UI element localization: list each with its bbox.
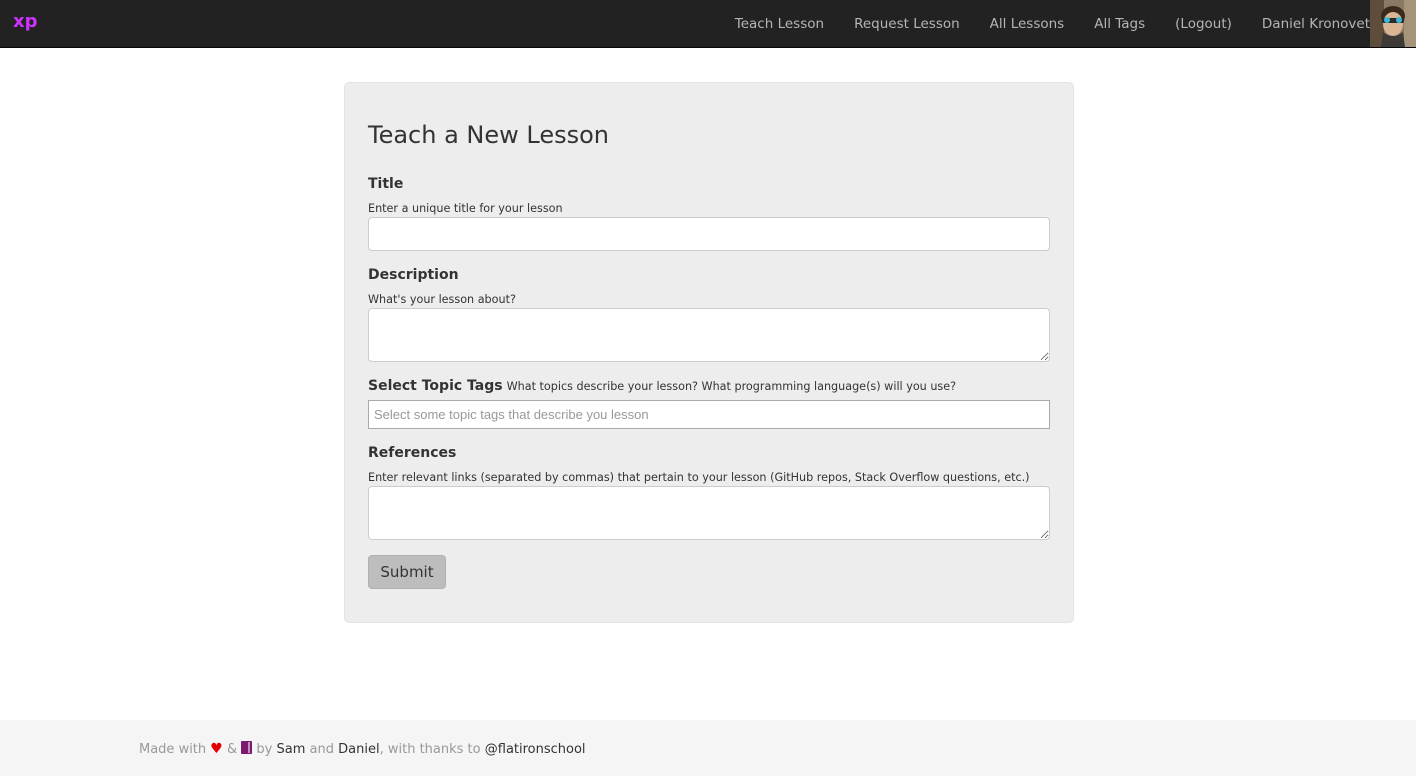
submit-button[interactable]: Submit xyxy=(368,555,446,589)
nav-logout[interactable]: (Logout) xyxy=(1175,16,1232,32)
author-sam-link[interactable]: Sam xyxy=(277,742,306,757)
description-label: Description xyxy=(368,267,459,283)
nav-links: Teach Lesson Request Lesson All Lessons … xyxy=(735,0,1370,47)
avatar[interactable] xyxy=(1370,0,1416,47)
avatar-photo xyxy=(1370,0,1416,47)
tags-label-row: Select Topic Tags What topics describe yo… xyxy=(368,378,956,394)
tags-help: What topics describe your lesson? What p… xyxy=(506,380,957,393)
nav-all-tags[interactable]: All Tags xyxy=(1094,16,1145,32)
footer-made-with: Made with xyxy=(139,742,207,757)
brand-logo[interactable]: xp xyxy=(13,11,38,32)
description-help: What's your lesson about? xyxy=(368,293,516,306)
page-title: Teach a New Lesson xyxy=(368,121,610,149)
book-icon xyxy=(241,741,253,754)
heart-icon: ♥ xyxy=(210,741,223,757)
footer-thanks: , with thanks to xyxy=(379,742,481,757)
title-help: Enter a unique title for your lesson xyxy=(368,202,563,215)
author-daniel-link[interactable]: Daniel xyxy=(338,742,379,757)
references-help: Enter relevant links (separated by comma… xyxy=(368,471,1030,484)
description-textarea[interactable] xyxy=(368,308,1050,362)
references-textarea[interactable] xyxy=(368,486,1050,540)
nav-request-lesson[interactable]: Request Lesson xyxy=(854,16,960,32)
lesson-form-panel: Teach a New Lesson Title Enter a unique … xyxy=(344,82,1074,623)
footer-by: by xyxy=(256,742,273,757)
footer-text: Made with ♥ & by Sam and Daniel, with th… xyxy=(139,741,586,757)
nav-all-lessons[interactable]: All Lessons xyxy=(990,16,1065,32)
flatironschool-link[interactable]: @flatironschool xyxy=(485,742,586,757)
tags-label: Select Topic Tags xyxy=(368,378,503,394)
references-label: References xyxy=(368,445,457,461)
footer-and: and xyxy=(309,742,335,757)
footer-amp: & xyxy=(227,742,238,757)
nav-teach-lesson[interactable]: Teach Lesson xyxy=(735,16,824,32)
title-label: Title xyxy=(368,176,404,192)
tags-select[interactable]: Select some topic tags that describe you… xyxy=(368,400,1050,429)
nav-user-name[interactable]: Daniel Kronovet xyxy=(1262,16,1370,32)
navbar: xp Teach Lesson Request Lesson All Lesso… xyxy=(0,0,1416,48)
title-input[interactable] xyxy=(368,217,1050,251)
footer: Made with ♥ & by Sam and Daniel, with th… xyxy=(0,720,1416,776)
